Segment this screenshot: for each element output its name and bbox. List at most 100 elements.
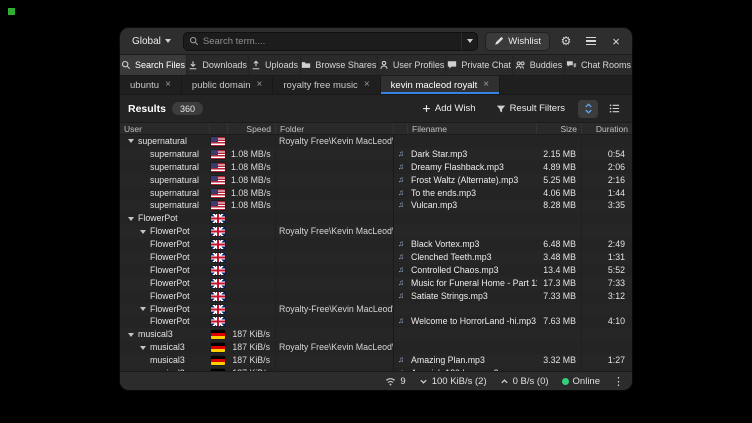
tab-buddies[interactable]: Buddies — [513, 55, 565, 75]
speed-cell — [228, 264, 276, 277]
tab-label: Private Chat — [461, 60, 511, 70]
result-filters-button[interactable]: Result Filters — [489, 100, 572, 117]
online-status[interactable]: Online — [562, 376, 600, 387]
close-icon[interactable]: × — [257, 80, 263, 90]
close-icon[interactable]: × — [483, 80, 489, 90]
expander-icon[interactable] — [140, 307, 146, 311]
speed-cell: 187 KiB/s — [228, 354, 276, 367]
flag-us-icon — [211, 137, 225, 146]
speed-cell: 1.08 MB/s — [228, 148, 276, 161]
column-header-fileicon[interactable] — [394, 123, 408, 134]
search-tab-royalty-free-music[interactable]: royalty free music × — [273, 76, 380, 94]
result-row[interactable]: FlowerPot♫Black Vortex.mp36.48 MB2:49 — [120, 238, 632, 251]
statusbar-menu-button[interactable]: ⋮ — [613, 375, 624, 388]
result-row[interactable]: FlowerPotRoyalty Free\Kevin MacLeod\Musi… — [120, 225, 632, 238]
column-header-folder[interactable]: Folder — [276, 123, 394, 134]
column-header-size[interactable]: Size — [537, 123, 582, 134]
expander-icon[interactable] — [140, 346, 146, 350]
window-close-button[interactable]: × — [607, 32, 625, 50]
buddies-icon — [515, 60, 526, 70]
folder-cell — [276, 251, 394, 264]
result-row[interactable]: supernatural1.08 MB/s♫Vulcan.mp38.28 MB3… — [120, 199, 632, 212]
expander-icon[interactable] — [128, 217, 134, 221]
music-note-icon: ♫ — [394, 264, 408, 277]
result-row[interactable]: FlowerPot♫Welcome to HorrorLand -hi.mp37… — [120, 315, 632, 328]
result-row[interactable]: FlowerPot♫Clenched Teeth.mp33.48 MB1:31 — [120, 251, 632, 264]
column-header-flag[interactable] — [210, 123, 228, 134]
result-row[interactable]: supernatural1.08 MB/s♫To the ends.mp34.0… — [120, 187, 632, 200]
flag-cell — [210, 341, 228, 354]
search-tab-ubuntu[interactable]: ubuntu × — [120, 76, 182, 94]
search-input[interactable]: Search term.... — [183, 32, 478, 51]
result-row[interactable]: FlowerPot♫Satiate Strings.mp37.33 MB3:12 — [120, 290, 632, 303]
username-label: supernatural — [150, 148, 199, 161]
settings-button[interactable]: ⚙ — [557, 32, 575, 50]
filename-cell: Dreamy Flashback.mp3 — [408, 161, 537, 174]
tab-downloads[interactable]: Downloads — [187, 55, 249, 75]
tab-user-profiles[interactable]: User Profiles — [378, 55, 446, 75]
column-header-user[interactable]: User — [120, 123, 210, 134]
result-row[interactable]: musical3187 KiB/s♫Amazing Plan.mp33.32 M… — [120, 354, 632, 367]
speed-cell: 187 KiB/s — [228, 341, 276, 354]
tab-browse-shares[interactable]: Browse Shares — [301, 55, 378, 75]
user-cell: FlowerPot — [120, 212, 210, 225]
search-history-dropdown[interactable] — [461, 33, 477, 50]
music-note-icon: ♫ — [394, 238, 408, 251]
expand-collapse-toggle[interactable] — [578, 100, 598, 118]
folder-cell — [276, 328, 394, 341]
username-label: FlowerPot — [138, 212, 178, 225]
expander-icon[interactable] — [140, 230, 146, 234]
result-row[interactable]: supernatural1.08 MB/s♫Frost Waltz (Alter… — [120, 174, 632, 187]
connections-status[interactable]: 9 — [385, 376, 405, 387]
size-cell: 13.4 MB — [537, 264, 582, 277]
flag-cell — [210, 251, 228, 264]
download-rate-status[interactable]: 100 KiB/s (2) — [419, 376, 487, 387]
user-icon — [379, 60, 389, 70]
tab-uploads[interactable]: Uploads — [249, 55, 301, 75]
result-row[interactable]: FlowerPotRoyalty-Free\Kevin MacLeod\Musi… — [120, 303, 632, 316]
duration-cell — [582, 212, 632, 225]
tab-search-files[interactable]: Search Files — [120, 55, 187, 75]
result-row[interactable]: musical3187 KiB/sRoyalty Free\Kevin MacL… — [120, 341, 632, 354]
result-row[interactable]: FlowerPot♫Music for Funeral Home - Part … — [120, 277, 632, 290]
flag-uk-icon — [211, 266, 225, 275]
result-row[interactable]: supernatural1.08 MB/s♫Dreamy Flashback.m… — [120, 161, 632, 174]
result-row[interactable]: FlowerPot♫Controlled Chaos.mp313.4 MB5:5… — [120, 264, 632, 277]
filename-cell — [408, 135, 537, 148]
flag-cell — [210, 264, 228, 277]
search-tab-kevin-macleod-royalt[interactable]: kevin macleod royalt × — [381, 76, 500, 94]
tab-private-chat[interactable]: Private Chat — [446, 55, 513, 75]
search-scope-dropdown[interactable]: Global — [127, 34, 176, 49]
column-header-duration[interactable]: Duration — [582, 123, 632, 134]
folder-cell — [276, 238, 394, 251]
tab-label: Downloads — [202, 60, 247, 70]
search-tab-public-domain[interactable]: public domain × — [182, 76, 273, 94]
upload-rate-status[interactable]: 0 B/s (0) — [500, 376, 549, 387]
result-row[interactable]: musical3187 KiB/s — [120, 328, 632, 341]
wishlist-button[interactable]: Wishlist — [485, 32, 550, 51]
result-row[interactable]: supernaturalRoyalty Free\Kevin MacLeod\i… — [120, 135, 632, 148]
expander-icon[interactable] — [128, 139, 134, 143]
list-view-toggle[interactable] — [604, 100, 624, 118]
add-wish-button[interactable]: Add Wish — [415, 100, 483, 117]
file-icon-cell — [394, 135, 408, 148]
flag-uk-icon — [211, 240, 225, 249]
expander-icon[interactable] — [128, 333, 134, 337]
column-header-speed[interactable]: Speed — [228, 123, 276, 134]
result-row[interactable]: supernatural1.08 MB/s♫Dark Star.mp32.15 … — [120, 148, 632, 161]
flag-uk-icon — [211, 214, 225, 223]
menu-button[interactable] — [582, 32, 600, 50]
results-table-body: supernaturalRoyalty Free\Kevin MacLeod\i… — [120, 135, 632, 371]
user-cell: supernatural — [120, 187, 210, 200]
folder-cell — [276, 264, 394, 277]
folder-cell — [276, 212, 394, 225]
column-header-filename[interactable]: Filename — [408, 123, 537, 134]
tab-chat-rooms[interactable]: Chat Rooms — [565, 55, 632, 75]
flag-us-icon — [211, 176, 225, 185]
close-icon[interactable]: × — [165, 80, 171, 90]
size-cell — [537, 341, 582, 354]
scope-label: Global — [132, 36, 161, 47]
result-row[interactable]: FlowerPot — [120, 212, 632, 225]
speed-cell — [228, 212, 276, 225]
close-icon[interactable]: × — [364, 80, 370, 90]
